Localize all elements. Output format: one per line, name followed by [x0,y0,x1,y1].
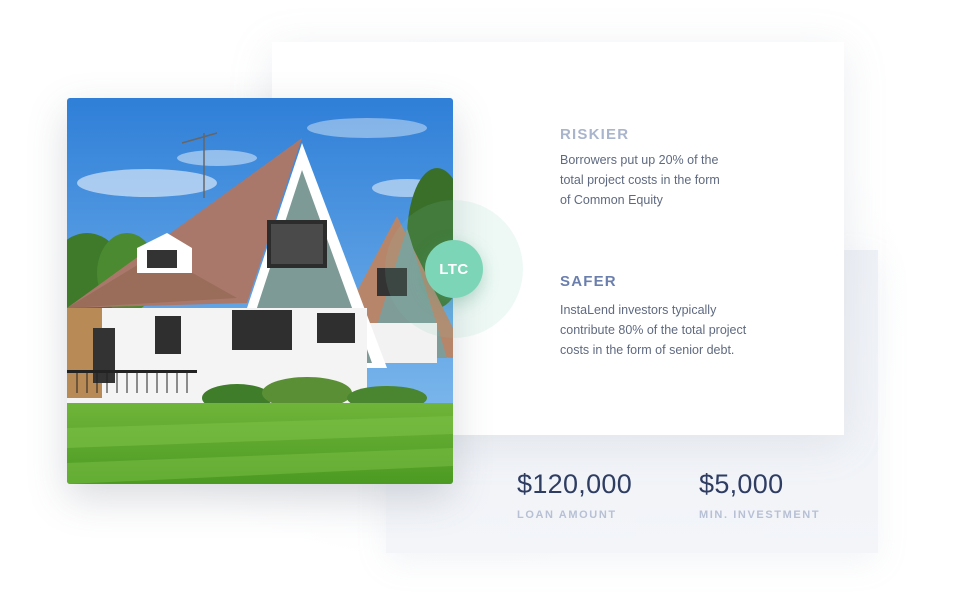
loan-amount-label: LOAN AMOUNT [517,509,617,521]
ltc-infographic: LTC RISKIER Borrowers put up 20% of the … [0,0,962,592]
riskier-line: Borrowers put up 20% of the [560,153,719,167]
safer-line: costs in the form of senior debt. [560,343,735,357]
min-investment-label: MIN. INVESTMENT [699,509,821,521]
safer-line: InstaLend investors typically [560,303,717,317]
safer-description: InstaLend investors typically contribute… [560,300,790,360]
min-investment-value: $5,000 [699,469,784,499]
loan-amount-value: $120,000 [517,469,633,499]
riskier-line: total project costs in the form [560,173,720,187]
riskier-line: of Common Equity [560,193,663,207]
safer-heading: SAFER [560,273,617,290]
riskier-description: Borrowers put up 20% of the total projec… [560,150,760,210]
safer-line: contribute 80% of the total project [560,323,747,337]
ltc-badge: LTC [425,240,483,298]
riskier-heading: RISKIER [560,126,630,143]
